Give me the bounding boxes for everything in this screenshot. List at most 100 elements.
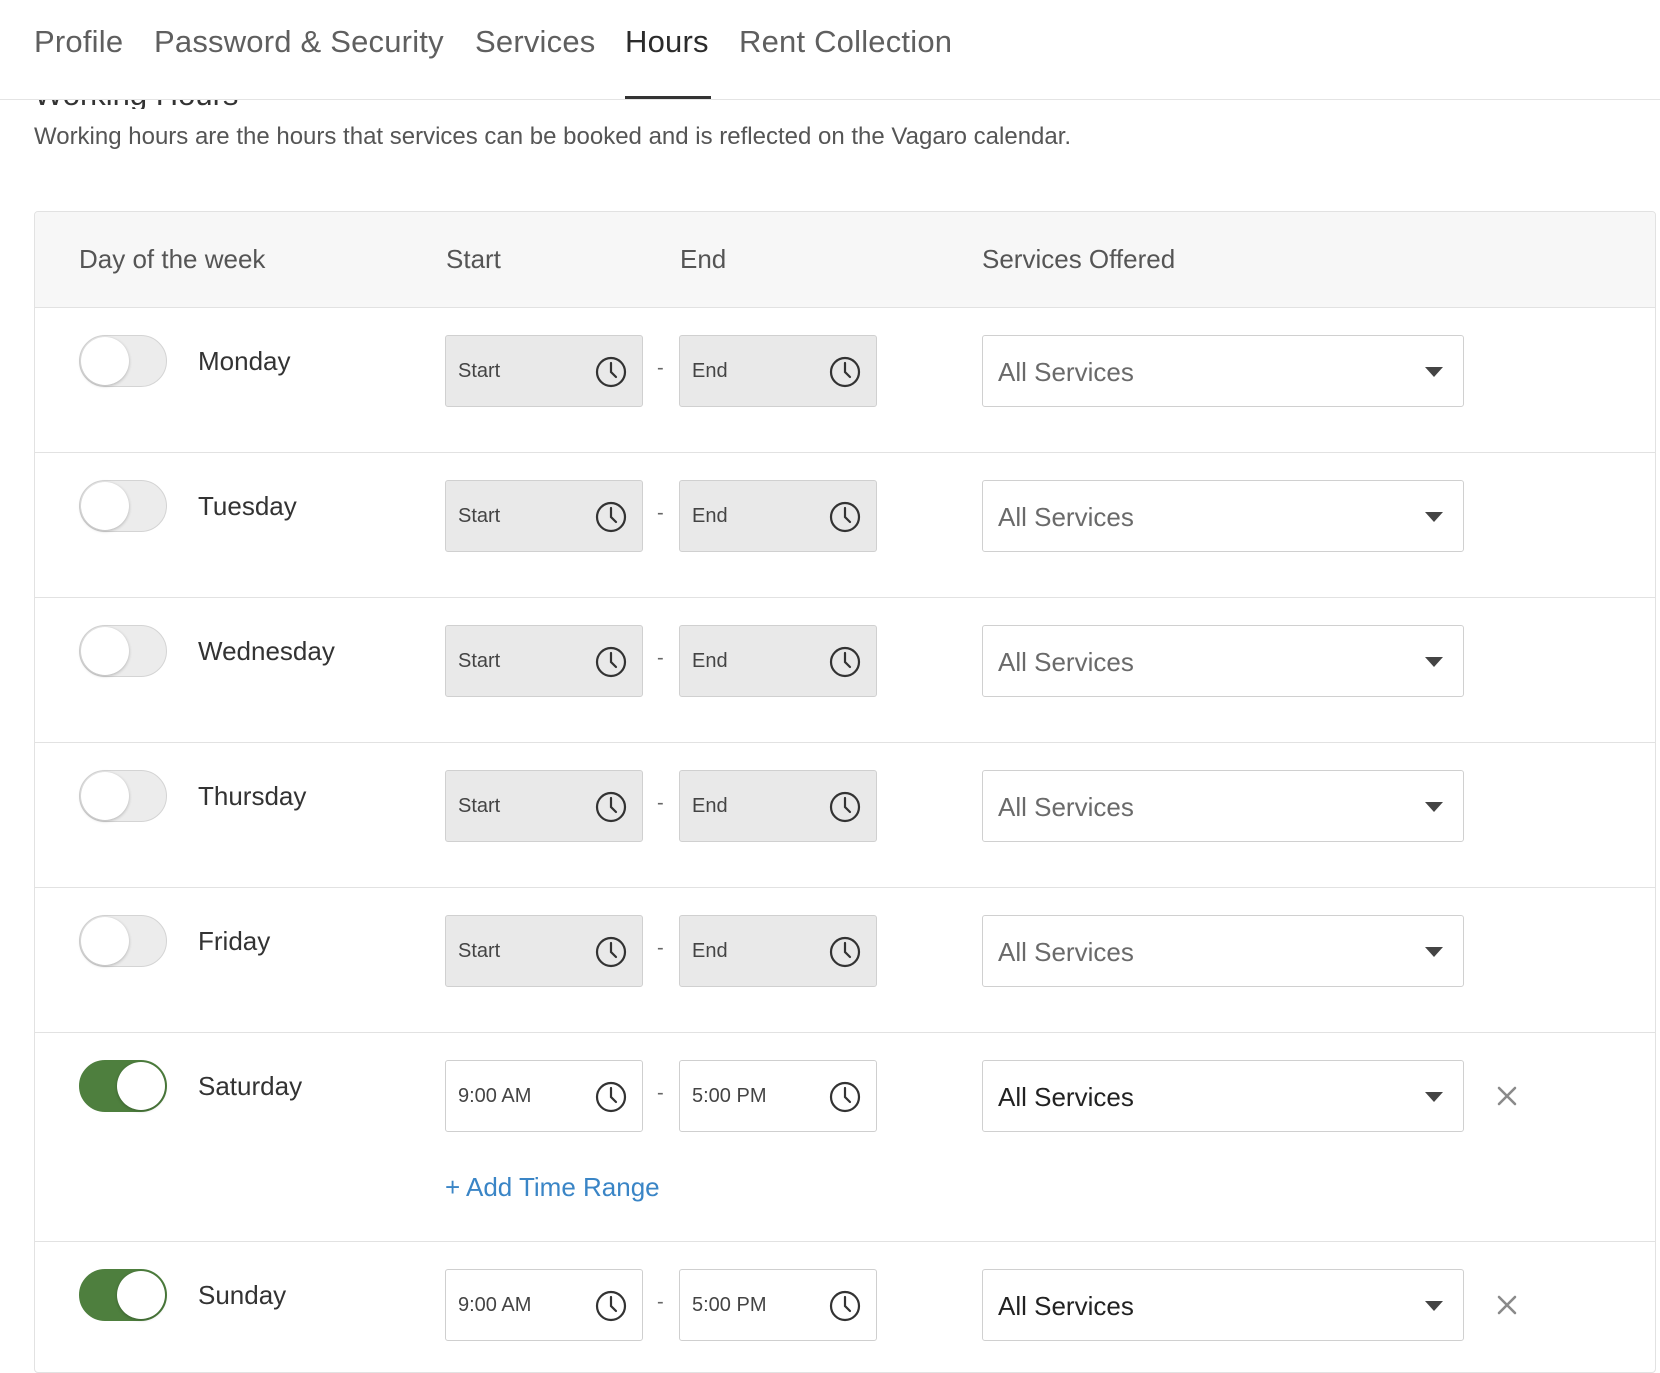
header-end: End [680,244,727,274]
end-time-value: 5:00 PM [692,1294,767,1316]
end-time-value: End [692,940,728,962]
toggle-knob [81,917,129,965]
start-time-value: 9:00 AM [458,1294,532,1316]
clock-icon [594,645,628,679]
table-row: Tuesday Start - End All Services [35,452,1655,598]
clock-icon [828,355,862,389]
chevron-down-icon [1425,1301,1443,1311]
services-select-value: All Services [998,647,1134,677]
toggle-knob [81,772,129,820]
table-row: Saturday 9:00 AM - 5:00 PM All Services + Add… [35,1032,1655,1242]
tab-services[interactable]: Services [475,24,595,60]
close-icon[interactable] [1487,1076,1527,1116]
end-time-value: End [692,360,728,382]
header-services: Services Offered [982,244,1176,274]
day-label: Thursday [198,781,307,811]
clock-icon [828,645,862,679]
toggle-knob [81,627,129,675]
services-select-value: All Services [998,357,1134,387]
start-time-input[interactable]: 9:00 AM [445,1060,643,1132]
clock-icon [828,935,862,969]
start-time-value: Start [458,795,501,817]
day-toggle[interactable] [79,770,167,822]
day-label: Friday [198,926,271,956]
clock-icon [594,355,628,389]
close-icon[interactable] [1487,1285,1527,1325]
tab-hours[interactable]: Hours [625,24,709,60]
table-row: Monday Start - End All Services [35,307,1655,453]
day-label: Tuesday [198,491,297,521]
start-time-input[interactable]: 9:00 AM [445,1269,643,1341]
end-time-input[interactable]: 5:00 PM [679,1269,877,1341]
working-hours-table: Day of the week Start End Services Offer… [34,211,1656,1373]
services-select-value: All Services [998,937,1134,967]
end-time-input[interactable]: 5:00 PM [679,1060,877,1132]
services-select[interactable]: All Services [982,770,1464,842]
active-tab-indicator [625,96,711,99]
start-time-input[interactable]: Start [445,335,643,407]
services-select[interactable]: All Services [982,1060,1464,1132]
start-time-value: Start [458,940,501,962]
day-toggle[interactable] [79,1269,167,1321]
start-time-value: Start [458,360,501,382]
table-row: Sunday 9:00 AM - 5:00 PM All Services [35,1241,1655,1372]
end-time-input[interactable]: End [679,480,877,552]
start-time-input[interactable]: Start [445,770,643,842]
tab-profile[interactable]: Profile [34,24,123,60]
services-select[interactable]: All Services [982,915,1464,987]
header-day: Day of the week [79,244,266,274]
table-row: Wednesday Start - End All Services [35,597,1655,743]
day-toggle[interactable] [79,915,167,967]
day-label: Wednesday [198,636,335,666]
day-toggle[interactable] [79,335,167,387]
services-select[interactable]: All Services [982,335,1464,407]
header-start: Start [446,244,501,274]
chevron-down-icon [1425,512,1443,522]
end-time-value: End [692,505,728,527]
end-time-input[interactable]: End [679,770,877,842]
range-separator: - [657,792,664,814]
day-toggle[interactable] [79,1060,167,1112]
end-time-value: 5:00 PM [692,1085,767,1107]
services-select-value: All Services [998,502,1134,532]
toggle-knob [117,1062,165,1110]
day-label: Sunday [198,1280,287,1310]
clock-icon [828,500,862,534]
chevron-down-icon [1425,802,1443,812]
clock-icon [828,1080,862,1114]
chevron-down-icon [1425,367,1443,377]
table-header: Day of the week Start End Services Offer… [35,212,1655,308]
end-time-input[interactable]: End [679,335,877,407]
services-select[interactable]: All Services [982,1269,1464,1341]
toggle-knob [81,337,129,385]
services-select[interactable]: All Services [982,625,1464,697]
tab-rent-collection[interactable]: Rent Collection [739,24,952,60]
start-time-input[interactable]: Start [445,480,643,552]
range-separator: - [657,357,664,379]
end-time-input[interactable]: End [679,915,877,987]
tab-bar: Profile Password & Security Services Hou… [0,0,1660,100]
table-row: Friday Start - End All Services [35,887,1655,1033]
day-toggle[interactable] [79,625,167,677]
table-row: Thursday Start - End All Services [35,742,1655,888]
tab-password-security[interactable]: Password & Security [154,24,444,60]
range-separator: - [657,647,664,669]
section-title-text: Working Hours [34,99,434,109]
range-separator: - [657,1291,664,1313]
toggle-knob [117,1271,165,1319]
start-time-value: 9:00 AM [458,1085,532,1107]
add-time-range-link[interactable]: + Add Time Range [445,1172,660,1203]
services-select[interactable]: All Services [982,480,1464,552]
start-time-input[interactable]: Start [445,915,643,987]
range-separator: - [657,937,664,959]
end-time-input[interactable]: End [679,625,877,697]
start-time-value: Start [458,505,501,527]
chevron-down-icon [1425,657,1443,667]
day-toggle[interactable] [79,480,167,532]
day-label: Monday [198,346,291,376]
section-description: Working hours are the hours that service… [34,123,1072,150]
toggle-knob [81,482,129,530]
range-separator: - [657,502,664,524]
clock-icon [594,1289,628,1323]
start-time-input[interactable]: Start [445,625,643,697]
